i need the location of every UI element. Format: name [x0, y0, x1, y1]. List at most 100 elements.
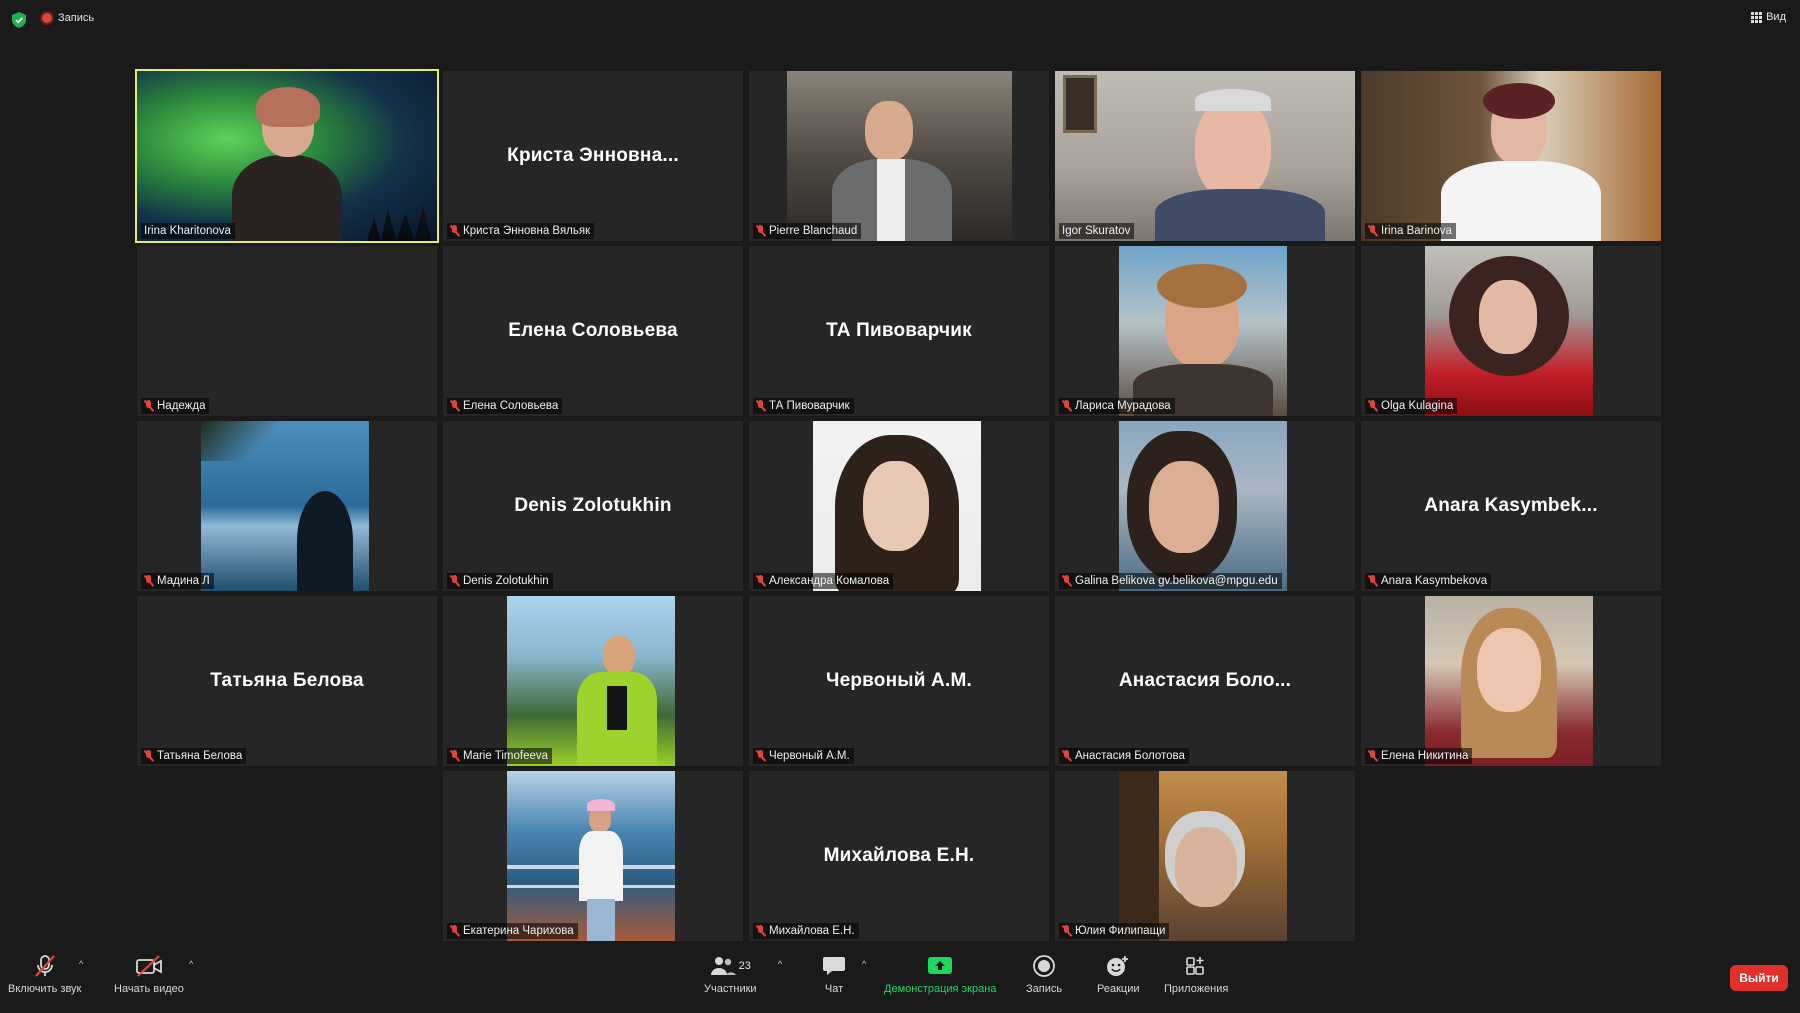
mic-muted-icon	[1062, 925, 1071, 937]
participant-tile[interactable]: Pierre Blanchaud	[749, 71, 1049, 241]
recording-dot-icon	[42, 13, 52, 23]
participant-nameplate: Надежда	[141, 398, 210, 414]
participant-tile[interactable]: Екатерина Чарихова	[443, 771, 743, 941]
mic-muted-icon	[33, 953, 57, 979]
record-icon	[1032, 953, 1056, 979]
meeting-toolbar: Включить звук ^ Начать видео ^ 23 Участн…	[0, 945, 1800, 1013]
view-button[interactable]: Вид	[1751, 11, 1786, 23]
reactions-button[interactable]: Реакции	[1097, 953, 1140, 995]
participant-name: Криста Энновна Вяльяк	[463, 225, 591, 237]
participant-display-name: Елена Соловьева	[508, 320, 678, 341]
participants-count: 23	[738, 960, 751, 972]
participant-name: Мадина Л	[157, 575, 210, 587]
participant-video	[813, 421, 981, 591]
participant-tile[interactable]: Юлия Филипащи	[1055, 771, 1355, 941]
grid-view-icon	[1751, 11, 1763, 23]
participant-video	[1119, 421, 1287, 591]
participant-video	[507, 771, 675, 941]
participant-name: Михайлова Е.Н.	[769, 925, 855, 937]
participant-tile[interactable]: Igor Skuratov	[1055, 71, 1355, 241]
participant-name: Anara Kasymbekova	[1381, 575, 1488, 587]
participant-nameplate: Елена Никитина	[1365, 748, 1473, 764]
mic-muted-icon	[756, 750, 765, 762]
participant-name: Надежда	[157, 400, 206, 412]
recording-label: Запись	[58, 12, 95, 24]
chat-options-caret-icon[interactable]: ^	[862, 959, 866, 969]
participant-tile[interactable]: Galina Belikova gv.belikova@mpgu.edu	[1055, 421, 1355, 591]
leave-meeting-button[interactable]: Выйти	[1730, 965, 1788, 991]
participant-tile[interactable]: Лариса Мурадова	[1055, 246, 1355, 416]
participant-nameplate: Александра Комалова	[753, 573, 894, 589]
security-shield-icon[interactable]	[12, 12, 26, 28]
participant-tile[interactable]: Анастасия Боло... Анастасия Болотова	[1055, 596, 1355, 766]
participant-tile[interactable]: Denis Zolotukhin Denis Zolotukhin	[443, 421, 743, 591]
participant-display-name: Анастасия Боло...	[1118, 670, 1292, 691]
participant-tile[interactable]: Елена Соловьева Елена Соловьева	[443, 246, 743, 416]
participants-label: Участники	[704, 983, 757, 995]
start-video-label: Начать видео	[114, 983, 184, 995]
chat-button[interactable]: Чат	[822, 953, 846, 995]
video-off-icon	[135, 953, 163, 979]
participant-tile[interactable]: Мадина Л	[137, 421, 437, 591]
participant-tile[interactable]: Надежда	[137, 246, 437, 416]
video-options-caret-icon[interactable]: ^	[189, 959, 193, 969]
chat-bubble-icon	[822, 953, 846, 979]
participant-nameplate: Екатерина Чарихова	[447, 923, 578, 939]
participant-video	[1055, 71, 1355, 241]
audio-options-caret-icon[interactable]: ^	[79, 959, 83, 969]
share-screen-button[interactable]: Демонстрация экрана	[884, 953, 996, 995]
view-label: Вид	[1766, 11, 1786, 23]
apps-icon	[1184, 953, 1208, 979]
participant-name: Marie Timofeeva	[463, 750, 549, 762]
participant-video	[1119, 246, 1287, 416]
participant-nameplate: Мадина Л	[141, 573, 214, 589]
mic-muted-icon	[1368, 400, 1377, 412]
share-screen-label: Демонстрация экрана	[884, 983, 997, 995]
participant-nameplate: Pierre Blanchaud	[753, 223, 862, 239]
participant-name: Igor Skuratov	[1062, 225, 1131, 237]
mic-muted-icon	[1062, 575, 1071, 587]
participant-display-name: Червоный А.М.	[826, 670, 972, 691]
participant-video	[201, 421, 369, 591]
participant-video	[1425, 246, 1593, 416]
participant-video	[787, 71, 1012, 241]
participants-icon: 23	[710, 953, 751, 979]
participant-name: Irina Kharitonova	[144, 225, 231, 237]
start-video-button[interactable]: Начать видео	[114, 953, 184, 995]
mic-muted-icon	[450, 400, 459, 412]
participant-name: Елена Соловьева	[463, 400, 559, 412]
emoji-plus-icon	[1105, 953, 1131, 979]
participant-video	[1425, 596, 1593, 766]
participant-display-name	[137, 246, 437, 416]
participant-tile[interactable]: Татьяна Белова Татьяна Белова	[137, 596, 437, 766]
record-button[interactable]: Запись	[1026, 953, 1062, 995]
participant-tile[interactable]: Irina Barinova	[1361, 71, 1661, 241]
participant-tile[interactable]: ТА Пивоварчик ТА Пивоварчик	[749, 246, 1049, 416]
participant-tile[interactable]: Червоный А.М. Червоный А.М.	[749, 596, 1049, 766]
participant-tile[interactable]: Криста Энновна... Криста Энновна Вяльяк	[443, 71, 743, 241]
participant-name: Denis Zolotukhin	[463, 575, 549, 587]
recording-indicator[interactable]: Запись	[42, 12, 94, 24]
participants-options-caret-icon[interactable]: ^	[778, 959, 782, 969]
participants-button[interactable]: 23 Участники	[704, 953, 757, 995]
participant-nameplate: Юлия Филипащи	[1059, 923, 1170, 939]
participant-nameplate: Irina Barinova	[1365, 223, 1456, 239]
apps-button[interactable]: Приложения	[1164, 953, 1228, 995]
participant-nameplate: Лариса Мурадова	[1059, 398, 1175, 414]
participant-tile[interactable]: Александра Комалова	[749, 421, 1049, 591]
participant-nameplate: ТА Пивоварчик	[753, 398, 854, 414]
participant-tile[interactable]: Olga Kulagina	[1361, 246, 1661, 416]
unmute-label: Включить звук	[8, 983, 82, 995]
reactions-label: Реакции	[1097, 983, 1140, 995]
participant-nameplate: Olga Kulagina	[1365, 398, 1458, 414]
participant-tile[interactable]: Marie Timofeeva	[443, 596, 743, 766]
participant-tile[interactable]: Михайлова Е.Н. Михайлова Е.Н.	[749, 771, 1049, 941]
mic-muted-icon	[144, 750, 153, 762]
participant-tile[interactable]: Елена Никитина	[1361, 596, 1661, 766]
participant-nameplate: Татьяна Белова	[141, 748, 247, 764]
unmute-button[interactable]: Включить звук	[8, 953, 81, 995]
participant-tile[interactable]: Anara Kasymbek... Anara Kasymbekova	[1361, 421, 1661, 591]
participant-tile[interactable]: Irina Kharitonova	[135, 69, 439, 243]
participant-name: Червоный А.М.	[769, 750, 850, 762]
participant-name: Елена Никитина	[1381, 750, 1469, 762]
